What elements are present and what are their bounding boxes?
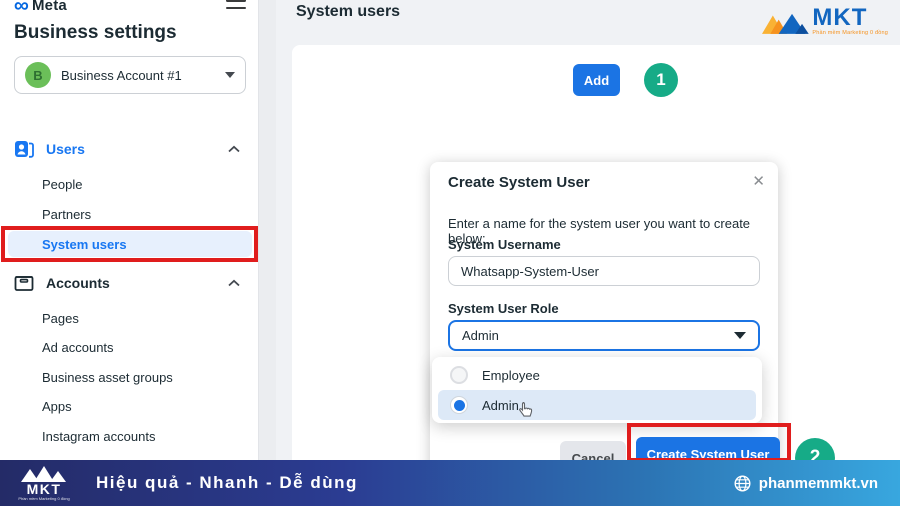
chevron-up-icon[interactable] xyxy=(228,279,240,287)
sidebar-item-instagram-accounts[interactable]: Instagram accounts xyxy=(8,423,252,449)
website-text: phanmemmkt.vn xyxy=(758,474,878,492)
system-user-role-select[interactable]: Admin xyxy=(448,320,760,351)
sidebar-item-label: Ad accounts xyxy=(42,339,114,355)
sidebar-item-business-asset-groups[interactable]: Business asset groups xyxy=(8,364,252,390)
menu-icon[interactable] xyxy=(226,0,246,14)
option-label: Admin xyxy=(482,397,519,413)
chevron-up-icon[interactable] xyxy=(228,145,240,153)
sidebar: ∞ Meta Business settings B Business Acco… xyxy=(0,0,258,460)
sidebar-item-ad-accounts[interactable]: Ad accounts xyxy=(8,334,252,360)
add-button[interactable]: Add xyxy=(573,64,620,96)
sidebar-item-label: Apps xyxy=(42,398,72,414)
sidebar-scrollbar[interactable] xyxy=(258,0,276,460)
sidebar-section-accounts-label: Accounts xyxy=(46,275,110,291)
role-options-dropdown: Employee Admin xyxy=(432,357,762,423)
sidebar-item-label: Pages xyxy=(42,310,79,326)
meta-logo: ∞ Meta xyxy=(14,0,67,17)
option-employee[interactable]: Employee xyxy=(438,360,756,390)
business-account-label: Business Account #1 xyxy=(61,67,182,83)
sidebar-item-apps[interactable]: Apps xyxy=(8,393,252,419)
radio-unselected-icon[interactable] xyxy=(450,366,468,384)
mkt-mountains-icon xyxy=(762,13,809,34)
sidebar-section-users[interactable]: Users xyxy=(14,136,244,162)
system-username-input[interactable] xyxy=(448,256,760,286)
step-badge-1: 1 xyxy=(644,63,678,97)
avatar: B xyxy=(25,62,51,88)
chevron-down-icon xyxy=(225,72,235,78)
role-selected-value: Admin xyxy=(462,328,499,343)
business-account-selector[interactable]: B Business Account #1 xyxy=(14,56,246,94)
mkt-logo: MKT Phần mềm Marketing 0 đồng xyxy=(762,6,888,44)
sidebar-item-partners[interactable]: Partners xyxy=(8,201,252,227)
close-icon[interactable]: ✕ xyxy=(752,172,765,190)
banner-slogan: Hiệu quả - Nhanh - Dễ dùng xyxy=(96,473,358,492)
sidebar-item-label: System users xyxy=(42,236,127,252)
hand-cursor-icon xyxy=(519,402,533,417)
mkt-banner-tagline: Phần mềm Marketing 0 đồng xyxy=(18,495,70,501)
sidebar-item-system-users[interactable]: System users xyxy=(8,231,252,257)
meta-logo-text: Meta xyxy=(31,0,67,14)
page-title: Business settings xyxy=(14,22,177,43)
banner-website: phanmemmkt.vn xyxy=(734,475,878,492)
username-label: System Username xyxy=(448,237,561,252)
role-label: System User Role xyxy=(448,301,559,316)
mkt-banner-logo: MKT Phần mềm Marketing 0 đồng xyxy=(18,465,70,501)
sidebar-item-pages[interactable]: Pages xyxy=(8,305,252,331)
sidebar-item-label: People xyxy=(42,176,83,192)
chevron-down-icon xyxy=(734,332,746,339)
option-label: Employee xyxy=(482,367,540,383)
sidebar-section-users-label: Users xyxy=(46,141,85,157)
sidebar-section-accounts[interactable]: Accounts xyxy=(14,270,244,296)
mkt-logo-text: MKT xyxy=(812,4,868,31)
dialog-title: Create System User xyxy=(448,174,590,191)
meta-infinity-icon: ∞ xyxy=(14,0,29,17)
option-admin[interactable]: Admin xyxy=(438,390,756,420)
sidebar-item-label: Partners xyxy=(42,206,92,222)
main-page-title: System users xyxy=(296,3,401,20)
mkt-logo-tagline: Phần mềm Marketing 0 đồng xyxy=(812,30,888,36)
mkt-banner-logo-text: MKT xyxy=(26,480,62,497)
accounts-icon xyxy=(14,276,34,291)
sidebar-item-label: Business asset groups xyxy=(42,369,173,385)
radio-selected-icon[interactable] xyxy=(450,396,468,414)
sidebar-item-label: Instagram accounts xyxy=(42,428,156,444)
globe-icon xyxy=(734,474,751,492)
users-icon xyxy=(15,141,34,158)
sidebar-item-people[interactable]: People xyxy=(8,171,252,197)
promo-banner: MKT Phần mềm Marketing 0 đồng Hiệu quả -… xyxy=(0,460,900,506)
mkt-mountains-white-icon xyxy=(21,465,66,482)
